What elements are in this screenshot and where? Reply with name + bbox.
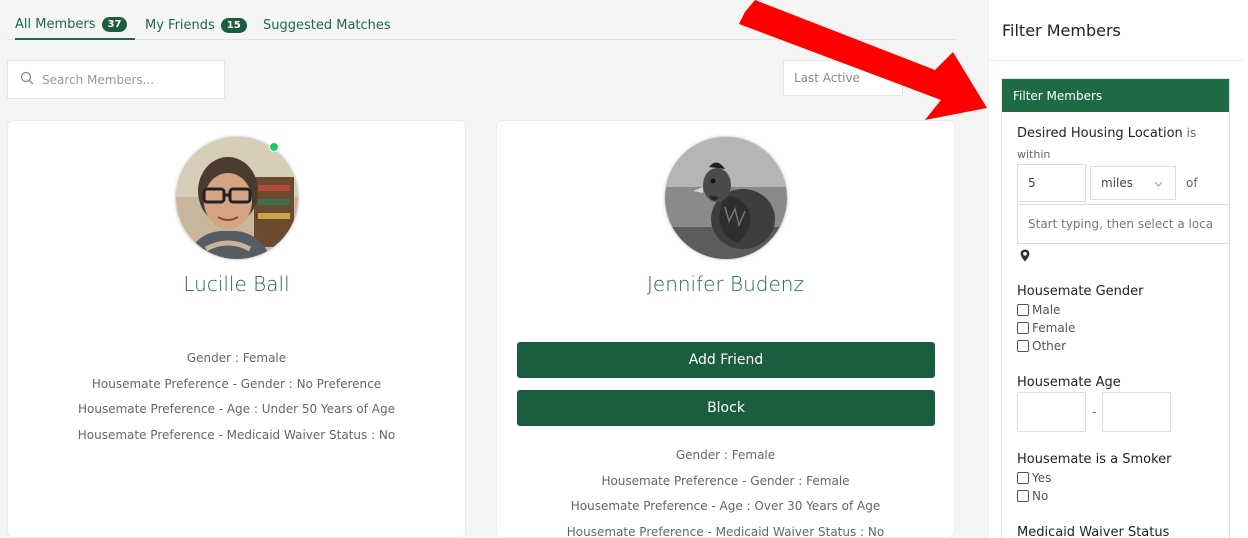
location-within-label: within	[1017, 148, 1051, 161]
tab-label: Suggested Matches	[263, 17, 391, 33]
member-pref-gender: Housemate Preference - Gender : Female	[601, 473, 850, 488]
checkbox[interactable]	[1017, 322, 1029, 334]
member-gender: Gender : Female	[186, 351, 287, 365]
member-card: Jennifer Budenz Add Friend Block Gender …	[496, 120, 955, 538]
medicaid-filter-label: Medicaid Waiver Status	[1017, 525, 1170, 538]
member-card: Lucille Ball Gender : Female Housemate P…	[7, 120, 466, 538]
filter-sidebar: Filter Members Filter Members Desired Ho…	[988, 0, 1244, 538]
members-main: All Members 37 My Friends 15 Suggested M…	[0, 0, 988, 538]
tab-my-friends[interactable]: My Friends 15	[145, 10, 247, 40]
avatar[interactable]	[663, 136, 788, 260]
member-search	[7, 60, 225, 99]
divider	[989, 60, 1244, 61]
member-pref-gender: Housemate Preference - Gender : No Prefe…	[91, 376, 382, 391]
member-name[interactable]: Jennifer Budenz	[497, 272, 954, 296]
gender-option-male[interactable]: Male	[1017, 303, 1060, 317]
smoker-option-yes[interactable]: Yes	[1017, 471, 1051, 485]
map-pin-icon[interactable]	[1020, 247, 1030, 266]
location-input[interactable]: Start typing, then select a loca	[1017, 204, 1229, 244]
tab-all-members[interactable]: All Members 37	[15, 10, 135, 40]
checkbox[interactable]	[1017, 490, 1029, 502]
sort-value: Last Active	[794, 71, 860, 85]
unit-select[interactable]: miles	[1090, 166, 1176, 200]
tab-label: My Friends	[145, 17, 215, 33]
filter-panel: Filter Members Desired Housing Location …	[1001, 78, 1230, 538]
gender-option-female[interactable]: Female	[1017, 321, 1075, 335]
distance-row: 5 miles of	[1017, 164, 1198, 202]
checkbox[interactable]	[1017, 472, 1029, 484]
location-label: Desired Housing Location is	[1017, 126, 1197, 141]
member-pref-medicaid: Housemate Preference - Medicaid Waiver S…	[77, 427, 396, 442]
online-status-dot	[269, 142, 279, 152]
member-pref-age: Housemate Preference - Age : Over 30 Yea…	[570, 499, 881, 513]
tab-suggested-matches[interactable]: Suggested Matches	[263, 10, 391, 40]
tab-count-badge: 15	[220, 17, 247, 33]
search-icon	[20, 70, 34, 89]
member-info: Gender : Female Housemate Preference - G…	[497, 443, 954, 538]
of-label: of	[1186, 176, 1198, 190]
member-name[interactable]: Lucille Ball	[8, 272, 465, 296]
smoker-option-no[interactable]: No	[1017, 489, 1048, 503]
member-pref-age: Housemate Preference - Age : Under 50 Ye…	[78, 402, 395, 416]
smoker-filter-label: Housemate is a Smoker	[1017, 452, 1172, 467]
block-button[interactable]: Block	[517, 390, 935, 426]
add-friend-button[interactable]: Add Friend	[517, 342, 935, 378]
member-gender: Gender : Female	[675, 448, 776, 462]
chevron-down-icon	[1154, 176, 1163, 190]
distance-input[interactable]: 5	[1017, 164, 1086, 202]
age-separator: -	[1092, 405, 1097, 419]
avatar[interactable]	[174, 136, 299, 260]
member-tabs: All Members 37 My Friends 15 Suggested M…	[7, 10, 957, 40]
member-info: Gender : Female Housemate Preference - G…	[8, 346, 465, 448]
sidebar-title: Filter Members	[1002, 21, 1121, 40]
unit-value: miles	[1101, 176, 1133, 190]
checkbox[interactable]	[1017, 304, 1029, 316]
search-input[interactable]	[42, 72, 212, 87]
age-min-input[interactable]	[1017, 392, 1086, 432]
filter-panel-header: Filter Members	[1002, 79, 1229, 112]
age-range-row: -	[1017, 392, 1172, 432]
age-filter-label: Housemate Age	[1017, 375, 1121, 390]
gender-option-other[interactable]: Other	[1017, 339, 1066, 353]
member-pref-medicaid: Housemate Preference - Medicaid Waiver S…	[566, 524, 885, 538]
sort-select[interactable]: Last Active	[783, 60, 903, 96]
tab-label: All Members	[15, 16, 96, 32]
checkbox[interactable]	[1017, 340, 1029, 352]
gender-filter-label: Housemate Gender	[1017, 284, 1144, 299]
age-max-input[interactable]	[1102, 392, 1172, 432]
tab-count-badge: 37	[101, 16, 128, 32]
